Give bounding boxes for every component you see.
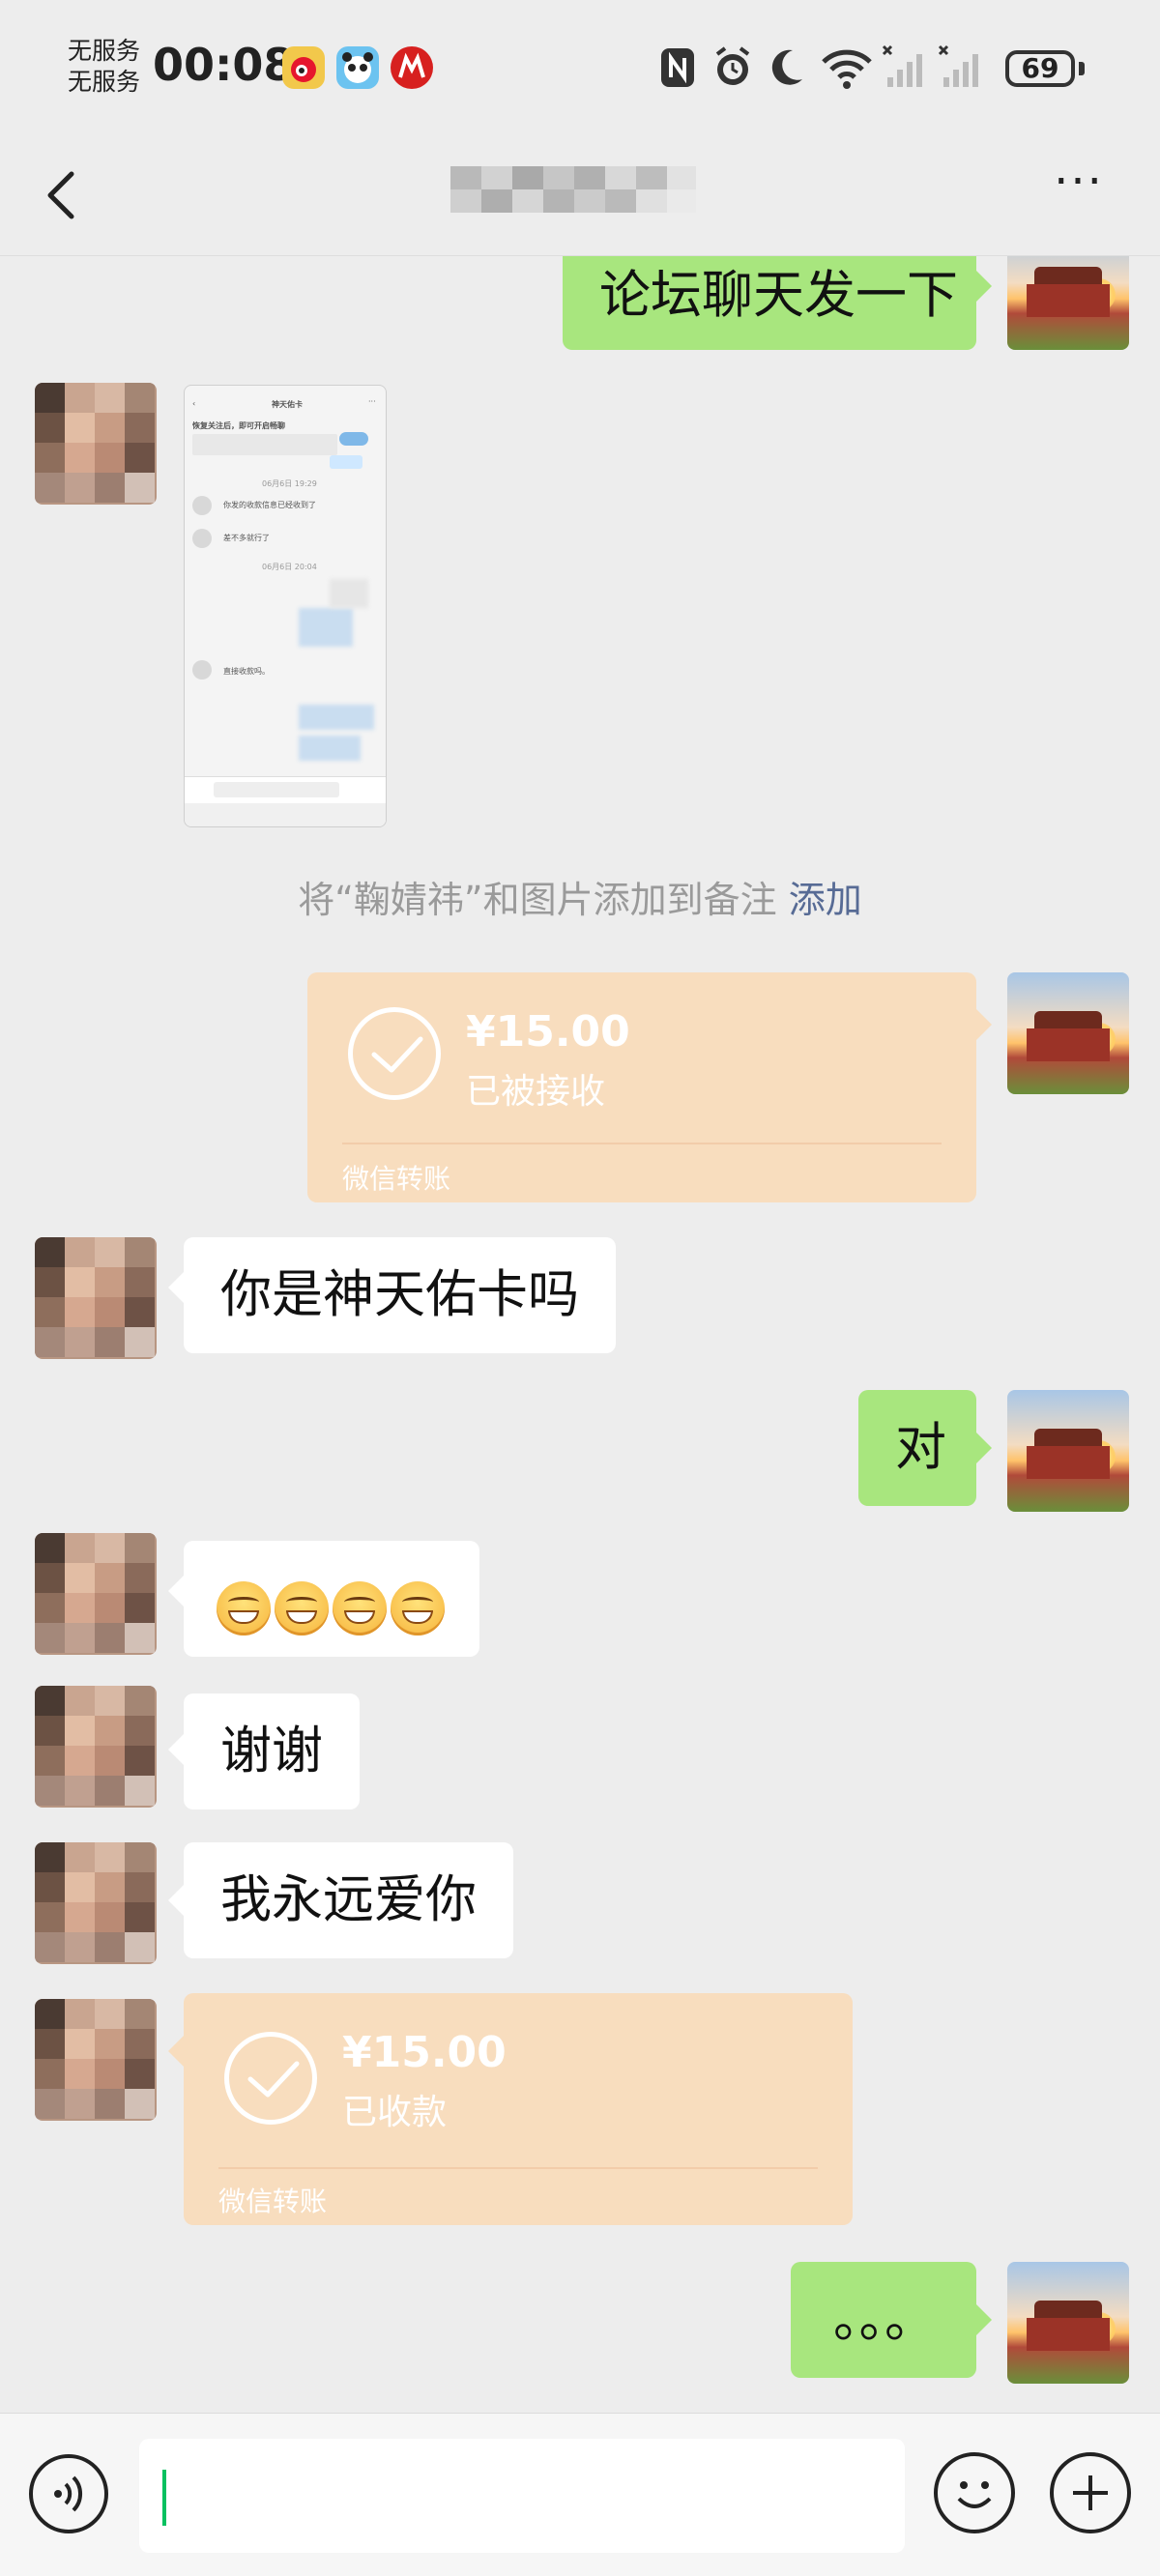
battery-tip bbox=[1079, 62, 1085, 75]
battery-indicator: 69 bbox=[1005, 50, 1075, 87]
voice-button[interactable] bbox=[29, 2454, 108, 2533]
chevron-left-icon bbox=[47, 171, 74, 219]
bank-app-icon bbox=[391, 46, 433, 89]
system-note: 将“鞠婧祎”和图片添加到备注 添加 bbox=[0, 870, 1160, 923]
transfer-amount: ¥15.00 bbox=[342, 2028, 507, 2077]
my-avatar[interactable] bbox=[1007, 1390, 1129, 1512]
transfer-brand: 微信转账 bbox=[342, 1163, 451, 1195]
grin-emoji-icon bbox=[275, 1581, 329, 1636]
bubble-tail bbox=[168, 1885, 184, 1916]
message-bubble-out[interactable]: 对 bbox=[858, 1390, 976, 1506]
moon-icon bbox=[764, 43, 810, 93]
check-circle-icon bbox=[348, 1007, 441, 1100]
bubble-tail bbox=[168, 1272, 184, 1303]
voice-icon bbox=[54, 2475, 83, 2512]
my-avatar[interactable] bbox=[1007, 972, 1129, 1094]
input-bar bbox=[0, 2413, 1160, 2576]
transfer-status: 已收款 bbox=[342, 2093, 448, 2132]
bubble-tail bbox=[168, 1576, 184, 1606]
weibo-icon bbox=[282, 46, 325, 89]
contact-avatar[interactable] bbox=[35, 383, 157, 505]
thumb-line: 直接收款吗。 bbox=[223, 667, 270, 676]
message-bubble-in[interactable]: 谢谢 bbox=[184, 1693, 360, 1809]
transfer-brand: 微信转账 bbox=[218, 2185, 328, 2217]
thumb-title: 神天佑卡 bbox=[272, 400, 303, 409]
transfer-amount: ¥15.00 bbox=[466, 1007, 630, 1056]
back-button[interactable] bbox=[37, 164, 91, 226]
thumb-time: 06月6日 19:29 bbox=[262, 479, 317, 488]
message-bubble-in[interactable]: 你是神天佑卡吗 bbox=[184, 1237, 616, 1353]
alarm-icon bbox=[710, 43, 756, 93]
transfer-card-in[interactable]: ¥15.00 已收款 微信转账 bbox=[184, 1993, 853, 2225]
contact-avatar[interactable] bbox=[35, 1999, 157, 2121]
contact-avatar[interactable] bbox=[35, 1686, 157, 1808]
bubble-tail bbox=[976, 271, 992, 302]
divider bbox=[342, 1143, 942, 1144]
status-bar: 无服务 无服务 00:08 69 bbox=[0, 0, 1160, 135]
thumb-line: 恢复关注后，即可开启畅聊 bbox=[192, 421, 285, 430]
signal-icon bbox=[938, 43, 984, 93]
bubble-tail bbox=[976, 2304, 992, 2335]
transfer-card-out[interactable]: ¥15.00 已被接收 微信转账 bbox=[307, 972, 976, 1202]
emoji-button[interactable] bbox=[934, 2452, 1015, 2533]
carrier-label: 无服务 bbox=[68, 68, 141, 96]
signal-icon bbox=[882, 43, 928, 93]
message-bubble-out[interactable]: 。。。 bbox=[791, 2262, 976, 2378]
transfer-status: 已被接收 bbox=[466, 1072, 606, 1112]
bubble-tail bbox=[168, 2036, 184, 2067]
divider bbox=[218, 2167, 818, 2169]
carrier-label: 无服务 bbox=[68, 37, 141, 65]
message-input[interactable] bbox=[139, 2439, 905, 2553]
system-note-text: 将“鞠婧祎”和图片添加到备注 bbox=[298, 879, 777, 921]
plus-icon bbox=[1073, 2475, 1108, 2510]
more-options-button[interactable]: ··· bbox=[1044, 159, 1114, 224]
wifi-icon bbox=[820, 43, 874, 93]
image-message-thumbnail[interactable]: 神天佑卡 ‹ ··· 恢复关注后，即可开启畅聊 06月6日 19:29 你发的收… bbox=[184, 385, 387, 827]
grin-emoji-icon bbox=[333, 1581, 387, 1636]
contact-avatar[interactable] bbox=[35, 1237, 157, 1359]
nfc-icon bbox=[655, 43, 702, 93]
thumb-line: 你发的收款信息已经收到了 bbox=[223, 501, 316, 509]
plus-button[interactable] bbox=[1050, 2452, 1131, 2533]
bubble-tail bbox=[168, 1734, 184, 1765]
message-bubble-in[interactable]: 我永远爱你 bbox=[184, 1842, 513, 1958]
bubble-tail bbox=[976, 1433, 992, 1463]
add-remark-link[interactable]: 添加 bbox=[789, 879, 862, 921]
emoji-message-bubble[interactable] bbox=[184, 1541, 479, 1657]
check-circle-icon bbox=[224, 2032, 317, 2125]
chat-title-redacted bbox=[450, 157, 696, 218]
thumb-line: 差不多就行了 bbox=[223, 534, 270, 542]
contact-avatar[interactable] bbox=[35, 1842, 157, 1964]
grin-emoji-icon bbox=[217, 1581, 271, 1636]
thumb-time: 06月6日 20:04 bbox=[262, 563, 317, 571]
panda-app-icon bbox=[336, 46, 379, 89]
status-time: 00:08 bbox=[153, 39, 295, 91]
bubble-tail bbox=[976, 1009, 992, 1040]
text-caret bbox=[162, 2470, 166, 2526]
contact-avatar[interactable] bbox=[35, 1533, 157, 1655]
my-avatar[interactable] bbox=[1007, 2262, 1129, 2384]
grin-emoji-icon bbox=[391, 1581, 445, 1636]
smiley-icon bbox=[957, 2481, 992, 2508]
